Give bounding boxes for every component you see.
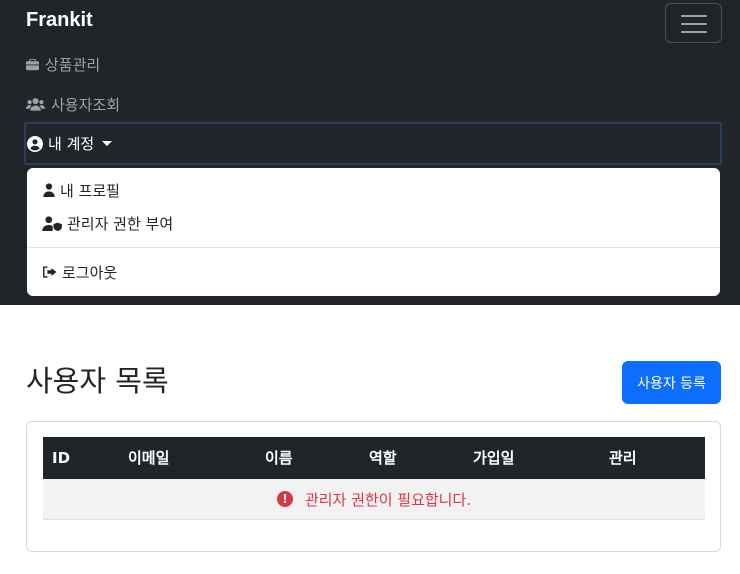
- column-header-id: ID: [52, 449, 71, 467]
- dropdown-item-logout[interactable]: 로그아웃: [42, 262, 117, 282]
- user-icon: [43, 183, 55, 197]
- dropdown-item-label: 로그아웃: [62, 263, 118, 282]
- user-table-card: ID 이메일 이름 역할 가입일 관리 ! 관리자 권한이 필요합니다.: [26, 421, 721, 552]
- account-dropdown-menu: 내 프로필 관리자 권한 부여 로그아웃: [27, 168, 720, 296]
- account-dropdown-toggle[interactable]: 내 계정: [24, 122, 722, 165]
- page-title: 사용자 목록: [26, 364, 169, 398]
- add-user-button[interactable]: 사용자 등록: [622, 361, 721, 404]
- navbar: Frankit 상품관리 사용자조회 내 계정 내 프로필 관리자 권한 부여 …: [0, 0, 740, 305]
- sign-out-icon: [43, 266, 57, 278]
- account-label: 내 계정: [48, 135, 95, 153]
- nav-item-label: 상품관리: [45, 55, 101, 74]
- nav-item-label: 사용자조회: [51, 95, 121, 114]
- table-header: ID 이메일 이름 역할 가입일 관리: [43, 437, 705, 479]
- users-icon: [26, 98, 45, 111]
- nav-item-products[interactable]: 상품관리: [26, 54, 100, 74]
- user-shield-icon: [42, 215, 62, 231]
- dropdown-item-label: 관리자 권한 부여: [67, 214, 174, 233]
- dropdown-item-label: 내 프로필: [60, 181, 120, 200]
- table-row-message: ! 관리자 권한이 필요합니다.: [43, 479, 705, 520]
- column-header-joined: 가입일: [473, 449, 515, 467]
- permission-error-message: 관리자 권한이 필요합니다.: [304, 490, 472, 509]
- column-header-role: 역할: [369, 449, 397, 467]
- dropdown-item-grant-admin[interactable]: 관리자 권한 부여: [42, 213, 173, 233]
- caret-down-icon: [102, 141, 113, 146]
- exclamation-circle-icon: !: [276, 491, 293, 507]
- dropdown-item-profile[interactable]: 내 프로필: [42, 180, 120, 200]
- user-circle-icon: [27, 135, 43, 152]
- column-header-email: 이메일: [128, 449, 170, 467]
- briefcase-icon: [26, 58, 39, 70]
- navbar-toggler-button[interactable]: [665, 3, 722, 43]
- brand-logo[interactable]: Frankit: [26, 9, 93, 32]
- column-header-manage: 관리: [609, 449, 637, 467]
- nav-item-users[interactable]: 사용자조회: [26, 94, 120, 114]
- hamburger-icon: [681, 15, 707, 17]
- column-header-name: 이름: [265, 449, 293, 467]
- dropdown-divider: [27, 247, 720, 248]
